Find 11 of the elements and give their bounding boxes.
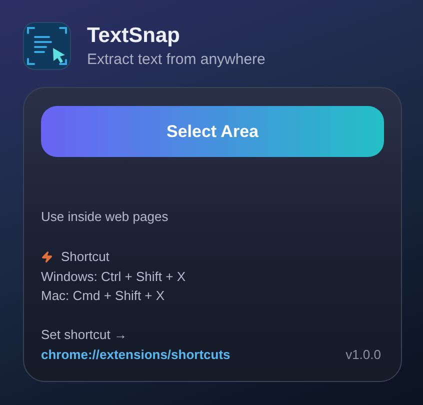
shortcut-heading: Shortcut (61, 248, 110, 266)
app-logo-icon (23, 22, 71, 70)
app-title: TextSnap (87, 23, 181, 49)
version-text: v1.0.0 (346, 346, 381, 364)
hint-text: Use inside web pages (41, 208, 170, 226)
shortcut-text: Mac: Cmd + Shift + X (41, 287, 166, 305)
app-subtitle: Extract text from anywhere (87, 50, 266, 70)
shortcut-text: Windows: Ctrl + Shift + X (41, 268, 186, 286)
lightning-icon (41, 251, 53, 263)
shortcuts-link[interactable]: chrome://extensions/shortcuts (41, 345, 230, 365)
set-shortcut-text: Set shortcut → (41, 326, 128, 344)
